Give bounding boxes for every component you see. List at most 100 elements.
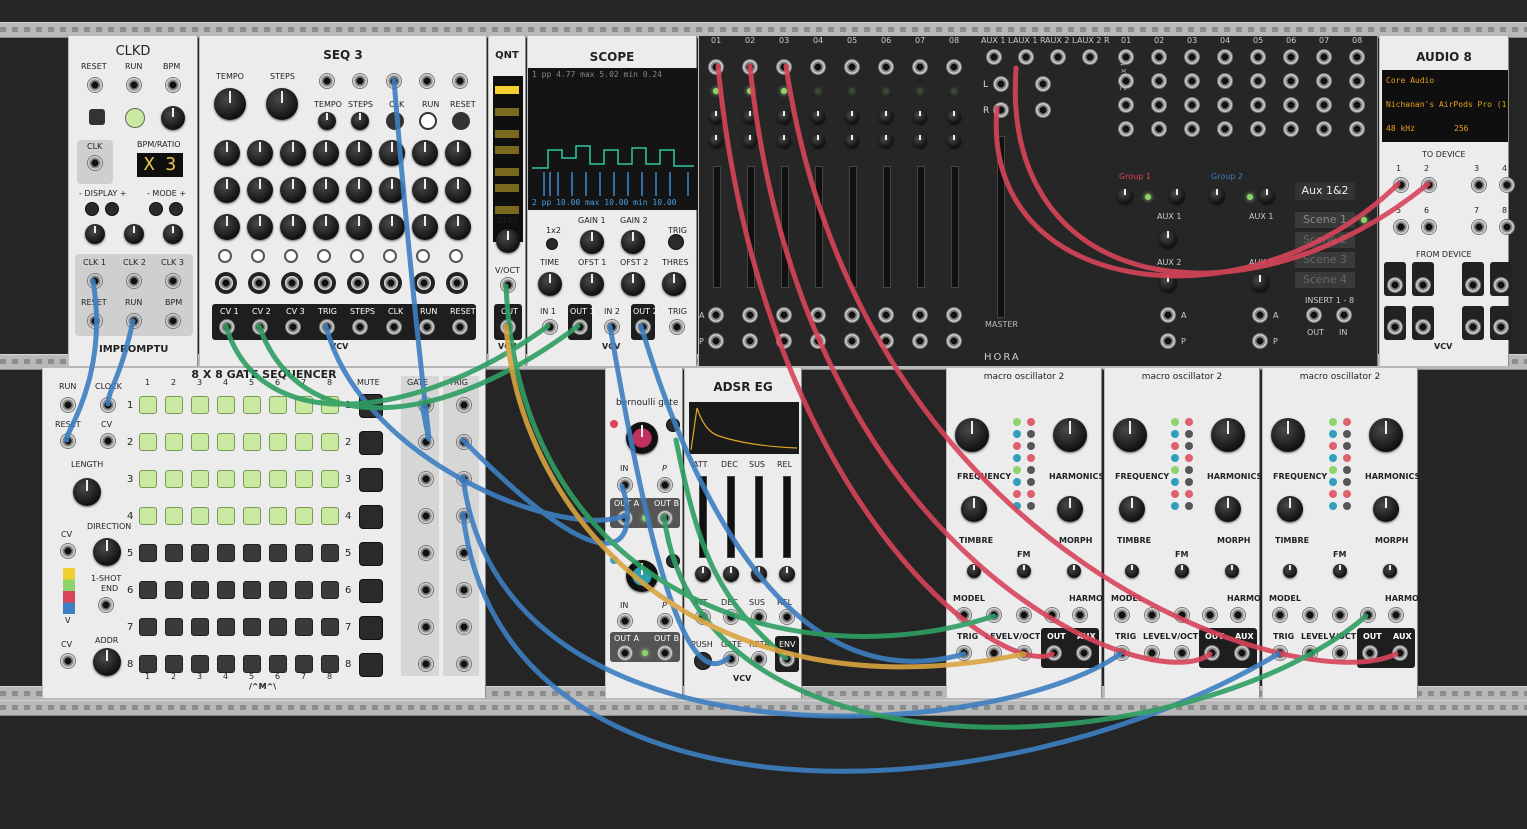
group-jack[interactable] (1218, 74, 1232, 88)
dec-slider[interactable] (727, 476, 735, 558)
group-jack[interactable] (1251, 50, 1265, 64)
channel-p-jack[interactable] (879, 334, 893, 348)
gate-step-button[interactable] (269, 655, 287, 673)
aux-jack[interactable] (1077, 646, 1091, 660)
channel-aux-knob[interactable] (947, 110, 961, 124)
channel-a-jack[interactable] (777, 308, 791, 322)
step-knob[interactable] (445, 140, 471, 166)
gate-step-button[interactable] (217, 507, 235, 525)
channel-aux-knob[interactable] (743, 110, 757, 124)
gate-step-button[interactable] (243, 433, 261, 451)
channel-fader[interactable] (747, 166, 755, 288)
channel-in-jack[interactable] (879, 60, 893, 74)
gate-step-button[interactable] (269, 433, 287, 451)
group-a-jack[interactable] (1161, 308, 1175, 322)
clk-jack[interactable] (88, 156, 102, 170)
fm-atten-knob[interactable] (1175, 564, 1189, 578)
outb1-jack[interactable] (658, 511, 672, 525)
harmonics-knob[interactable] (1053, 418, 1087, 452)
out-jack[interactable] (501, 320, 515, 334)
channel-a-jack[interactable] (947, 308, 961, 322)
morph-atten-knob[interactable] (1067, 564, 1081, 578)
insert-in-jack[interactable] (1337, 308, 1351, 322)
harmonics-knob[interactable] (1211, 418, 1245, 452)
p1-jack[interactable] (658, 478, 672, 492)
group-jack[interactable] (1218, 50, 1232, 64)
gate-step-button[interactable] (217, 655, 235, 673)
to-device-jack[interactable] (1394, 220, 1408, 234)
step-knob[interactable] (247, 140, 273, 166)
in2-jack[interactable] (618, 614, 632, 628)
out1-jack[interactable] (573, 320, 587, 334)
cv-in-jack[interactable] (1273, 608, 1287, 622)
mute-button[interactable] (359, 579, 383, 603)
gate-step-button[interactable] (321, 470, 339, 488)
frequency-knob[interactable] (1113, 418, 1147, 452)
group1-mute-knob[interactable] (1169, 188, 1185, 204)
channel-pan-knob[interactable] (845, 134, 859, 148)
cv-in-jack[interactable] (1145, 608, 1159, 622)
cv-jack[interactable] (101, 434, 115, 448)
length-knob[interactable] (73, 478, 101, 506)
outa1-jack[interactable] (618, 511, 632, 525)
trig-out-jack[interactable] (457, 620, 471, 634)
group2-knob[interactable] (1209, 188, 1225, 204)
gate-out-jack[interactable] (419, 509, 433, 523)
gate-step-button[interactable] (191, 470, 209, 488)
channel-pan-knob[interactable] (879, 134, 893, 148)
channel-pan-knob[interactable] (947, 134, 961, 148)
att-in-jack[interactable] (696, 610, 710, 624)
gate-step-button[interactable] (191, 433, 209, 451)
step-knob[interactable] (280, 177, 306, 203)
master-r-jack[interactable] (994, 103, 1008, 117)
cv-in-jack[interactable] (1361, 608, 1375, 622)
channel-pan-knob[interactable] (777, 134, 791, 148)
gate-step-button[interactable] (243, 544, 261, 562)
scene4-button[interactable]: Scene 4 (1295, 272, 1355, 288)
channel-in-jack[interactable] (709, 60, 723, 74)
group-jack[interactable] (1350, 122, 1364, 136)
master-fader[interactable] (997, 136, 1005, 318)
mode2-button[interactable] (666, 554, 680, 568)
mute-button[interactable] (359, 394, 383, 418)
timbre-atten-knob[interactable] (1125, 564, 1139, 578)
step-knob[interactable] (214, 214, 240, 240)
ofst1-knob[interactable] (580, 272, 604, 296)
channel-aux-knob[interactable] (709, 110, 723, 124)
group-jack[interactable] (1284, 74, 1298, 88)
channel-a-jack[interactable] (879, 308, 893, 322)
step-knob[interactable] (412, 140, 438, 166)
gate-step-button[interactable] (191, 581, 209, 599)
x2-button[interactable] (546, 238, 558, 250)
p2-jack[interactable] (658, 614, 672, 628)
step-knob[interactable] (313, 177, 339, 203)
trig-out-jack[interactable] (457, 398, 471, 412)
gain2-knob[interactable] (621, 230, 645, 254)
gate-jack[interactable] (724, 652, 738, 666)
group-jack[interactable] (1218, 98, 1232, 112)
channel-a-jack[interactable] (743, 308, 757, 322)
morph-knob[interactable] (1373, 496, 1399, 522)
from-device-jack[interactable] (1466, 278, 1480, 292)
mode-plus-button[interactable] (169, 202, 183, 216)
channel-in-jack[interactable] (777, 60, 791, 74)
cv-in-jack[interactable] (1389, 608, 1403, 622)
group-jack[interactable] (1251, 122, 1265, 136)
mute-button[interactable] (359, 616, 383, 640)
gate-step-button[interactable] (269, 581, 287, 599)
insert-out-jack[interactable] (1307, 308, 1321, 322)
input-jack[interactable] (957, 646, 971, 660)
bpm-out-jack[interactable] (166, 314, 180, 328)
morph-knob[interactable] (1057, 496, 1083, 522)
aux-jack[interactable] (1235, 646, 1249, 660)
tempo-atten-knob[interactable] (318, 112, 336, 130)
step-knob[interactable] (214, 177, 240, 203)
gate-step-button[interactable] (217, 433, 235, 451)
gate-step-button[interactable] (139, 544, 157, 562)
gate-step-button[interactable] (139, 433, 157, 451)
out-jack[interactable] (1205, 646, 1219, 660)
gain1-knob[interactable] (580, 230, 604, 254)
input-jack[interactable] (1017, 646, 1031, 660)
qnt-key[interactable] (495, 130, 519, 138)
step-knob[interactable] (247, 214, 273, 240)
